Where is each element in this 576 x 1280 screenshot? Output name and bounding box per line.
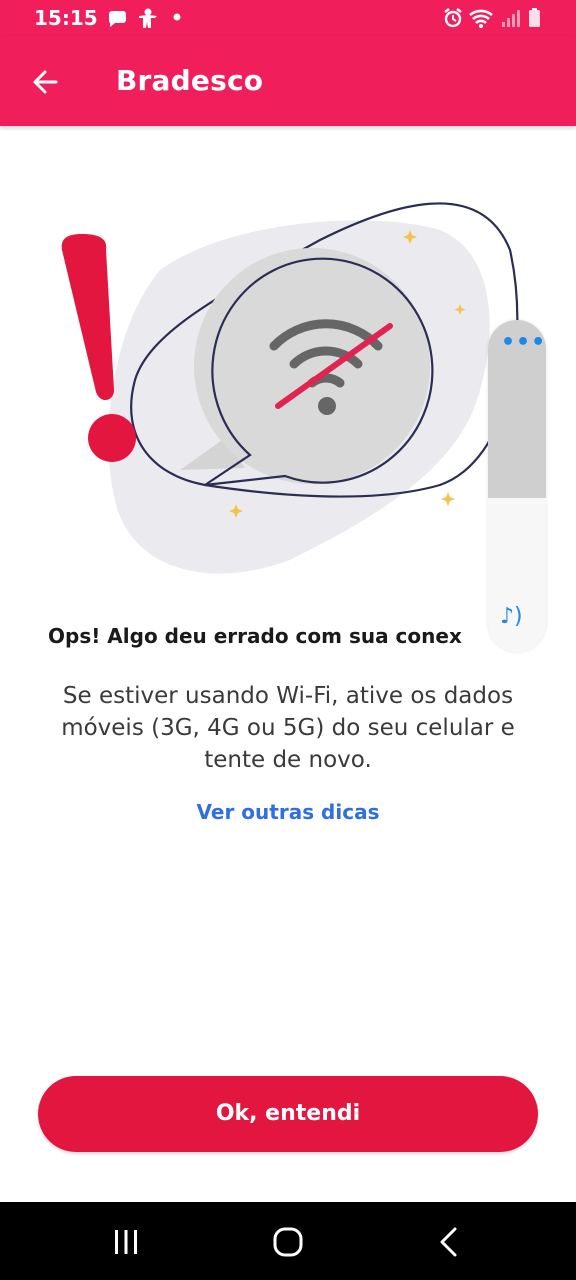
arrow-left-icon	[33, 70, 58, 94]
wifi-icon	[469, 9, 493, 28]
connection-error-illustration	[40, 180, 540, 590]
recent-apps-button[interactable]	[106, 1222, 146, 1262]
more-dots-icon[interactable]: •••	[501, 330, 546, 355]
status-right-icons	[442, 6, 546, 34]
signal-icon	[502, 10, 520, 27]
dot-icon	[173, 13, 181, 21]
speech-bubble-icon	[194, 248, 430, 484]
status-left-icons	[106, 6, 196, 34]
status-time: 15:15	[34, 6, 98, 30]
back-icon	[440, 1227, 457, 1257]
system-nav-bar	[0, 1202, 576, 1280]
back-button[interactable]	[28, 64, 64, 100]
recent-apps-icon	[115, 1230, 137, 1254]
floating-overlay-widget[interactable]: ••• ♪)	[488, 320, 546, 652]
page-title: Bradesco	[116, 64, 264, 97]
person-icon	[139, 8, 157, 28]
home-icon	[273, 1227, 303, 1257]
sound-icon[interactable]: ♪)	[500, 604, 523, 629]
ok-understood-button[interactable]: Ok, entendi	[38, 1076, 538, 1152]
chat-bubble-icon	[109, 11, 126, 27]
error-title: Ops! Algo deu errado com sua conex	[48, 624, 462, 648]
app-bar: Bradesco	[0, 36, 576, 126]
error-message: Se estiver usando Wi-Fi, ative os dados …	[61, 683, 515, 773]
system-back-button[interactable]	[430, 1222, 470, 1262]
alarm-icon	[444, 8, 462, 28]
home-button[interactable]	[268, 1222, 308, 1262]
battery-icon	[529, 8, 540, 27]
other-tips-link[interactable]: Ver outras dicas	[0, 800, 576, 824]
status-bar: 15:15	[0, 0, 576, 36]
